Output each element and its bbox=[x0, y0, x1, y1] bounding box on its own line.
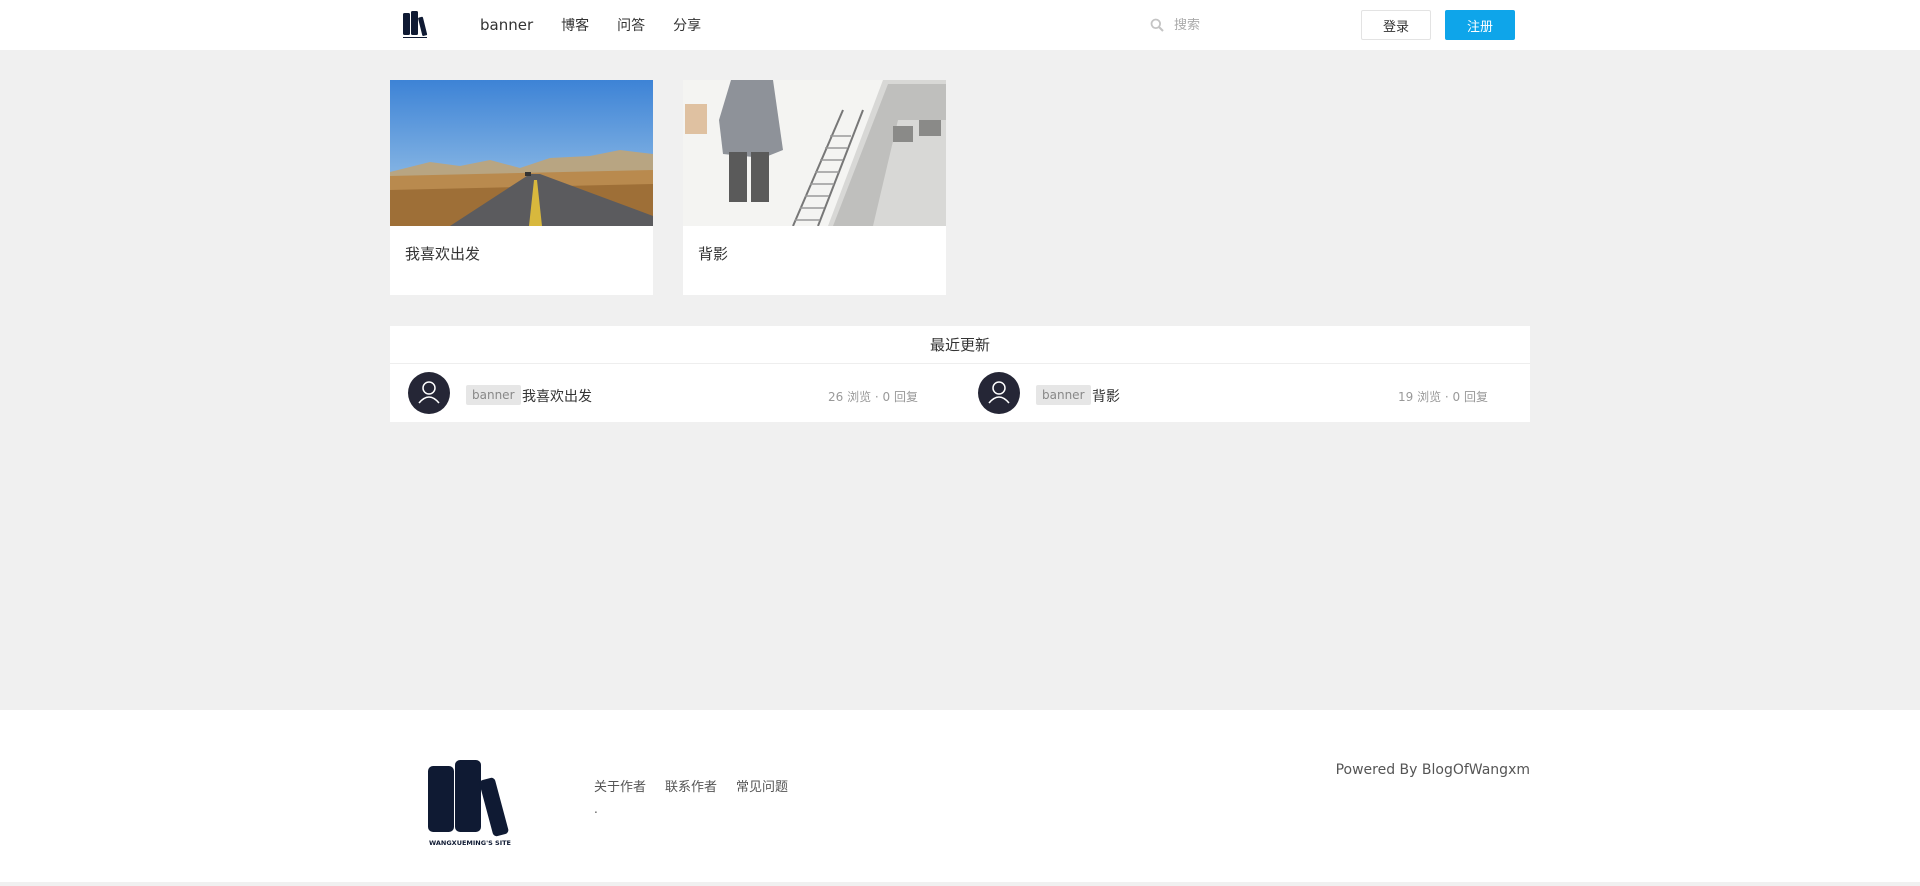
main-nav: banner 博客 问答 分享 bbox=[480, 0, 729, 50]
footer-logo-text: WANGXUEMING'S SITE bbox=[429, 839, 511, 847]
books-logo-icon: WANGXUEMING'S SITE bbox=[428, 760, 511, 847]
user-icon bbox=[418, 381, 440, 404]
footer-dot: . bbox=[594, 802, 598, 816]
avatar[interactable] bbox=[978, 372, 1020, 414]
top-header: banner 博客 问答 分享 登录 注册 bbox=[0, 0, 1920, 50]
user-icon bbox=[988, 381, 1010, 404]
card-title[interactable]: 我喜欢出发 bbox=[405, 243, 480, 264]
article-card[interactable]: 我喜欢出发 bbox=[390, 80, 653, 295]
avatar[interactable] bbox=[408, 372, 450, 414]
nav-banner[interactable]: banner bbox=[480, 16, 533, 34]
recent-updates-panel: 最近更新 banner 我喜欢出发 26 浏览 · 0 回复 banner 背影… bbox=[390, 326, 1530, 422]
recent-item-title[interactable]: 我喜欢出发 bbox=[522, 386, 592, 406]
register-button[interactable]: 注册 bbox=[1445, 10, 1515, 40]
railway-sketch-image bbox=[683, 80, 946, 226]
contact-author-link[interactable]: 联系作者 bbox=[665, 776, 717, 795]
recent-item-stats: 19 浏览 · 0 回复 bbox=[1398, 390, 1488, 404]
recent-item-title[interactable]: 背影 bbox=[1092, 386, 1120, 406]
category-tag[interactable]: banner bbox=[1036, 385, 1091, 405]
recent-updates-heading: 最近更新 bbox=[390, 326, 1530, 364]
recent-list-item: banner 我喜欢出发 26 浏览 · 0 回复 bbox=[390, 371, 930, 415]
books-logo-icon[interactable] bbox=[400, 9, 432, 41]
site-footer: WANGXUEMING'S SITE 关于作者 联系作者 常见问题 . Powe… bbox=[0, 710, 1920, 882]
search-box bbox=[1150, 13, 1350, 37]
footer-links: 关于作者 联系作者 常见问题 bbox=[594, 776, 807, 795]
nav-blog[interactable]: 博客 bbox=[561, 15, 589, 35]
about-author-link[interactable]: 关于作者 bbox=[594, 776, 646, 795]
powered-by-text: Powered By BlogOfWangxm bbox=[1335, 762, 1530, 778]
card-title[interactable]: 背影 bbox=[698, 243, 728, 264]
recent-list-item: banner 背影 19 浏览 · 0 回复 bbox=[960, 371, 1500, 415]
search-input[interactable] bbox=[1174, 17, 1334, 33]
article-card[interactable]: 背影 bbox=[683, 80, 946, 295]
road-landscape-image bbox=[390, 80, 653, 226]
login-button[interactable]: 登录 bbox=[1361, 10, 1431, 40]
faq-link[interactable]: 常见问题 bbox=[736, 776, 788, 795]
recent-item-stats: 26 浏览 · 0 回复 bbox=[828, 390, 918, 404]
nav-qa[interactable]: 问答 bbox=[617, 15, 645, 35]
nav-share[interactable]: 分享 bbox=[673, 15, 701, 35]
search-icon bbox=[1150, 18, 1164, 32]
category-tag[interactable]: banner bbox=[466, 385, 521, 405]
